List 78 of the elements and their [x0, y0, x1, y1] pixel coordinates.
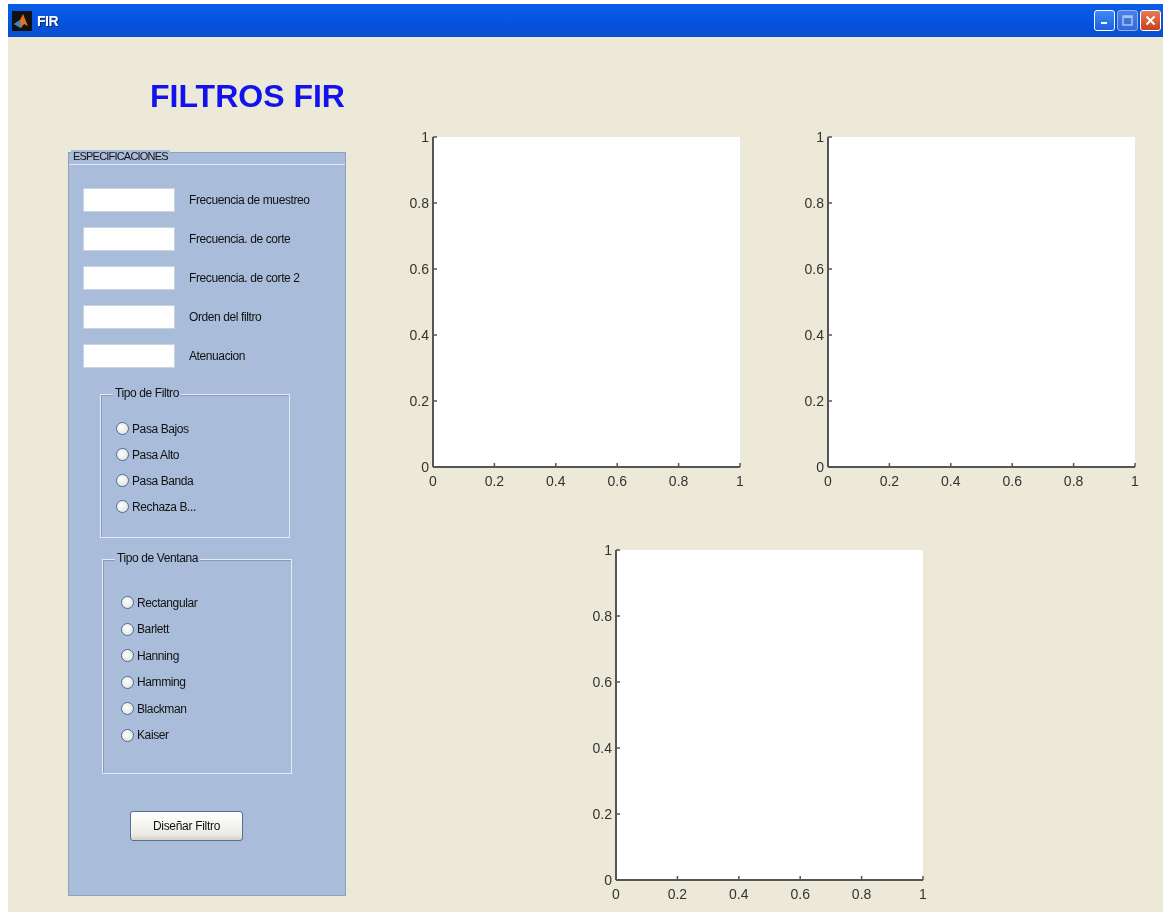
radio-option[interactable]: Blackman — [121, 699, 291, 718]
y-tick-label: 0.6 — [592, 674, 612, 690]
radio-option[interactable]: Pasa Alto — [116, 445, 289, 464]
y-tick-label: 0.4 — [592, 740, 612, 756]
radio-button[interactable] — [116, 500, 129, 513]
x-tick-label: 0.6 — [607, 473, 627, 489]
page-heading: FILTROS FIR — [150, 80, 346, 112]
radio-button[interactable] — [121, 675, 134, 689]
x-tick-label: 1 — [919, 886, 927, 902]
x-tick-label: 1 — [736, 473, 744, 489]
radio-button[interactable] — [121, 702, 134, 715]
x-tick-label: 0 — [824, 473, 832, 489]
field-label: Atenuacion — [189, 349, 246, 363]
input-field[interactable] — [83, 266, 175, 290]
x-tick-label: 0.4 — [941, 473, 961, 489]
radio-button[interactable] — [121, 622, 134, 636]
radio-option[interactable]: Rechaza B... — [116, 497, 289, 516]
maximize-button[interactable] — [1117, 10, 1138, 31]
radio-option[interactable]: Pasa Bajos — [116, 419, 289, 438]
field-label: Frecuencia. de corte — [189, 232, 291, 246]
y-tick-label: 0.8 — [804, 195, 824, 211]
radio-option[interactable]: Barlett — [121, 619, 291, 639]
input-field[interactable] — [83, 305, 175, 329]
design-filter-button[interactable]: Diseñar Filtro — [130, 811, 243, 841]
close-button[interactable] — [1140, 10, 1161, 31]
y-tick-label: 0 — [816, 459, 824, 475]
x-tick-label: 0.6 — [790, 886, 810, 902]
y-tick-label: 0.2 — [409, 393, 429, 409]
y-tick-label: 0.2 — [804, 393, 824, 409]
field-label: Frecuencia. de corte 2 — [189, 271, 300, 285]
x-tick-label: 0.8 — [668, 473, 689, 489]
radio-button[interactable] — [116, 448, 129, 461]
y-tick-label: 0.2 — [592, 806, 612, 822]
radio-button[interactable] — [116, 474, 129, 487]
maximize-icon — [1122, 15, 1133, 26]
radio-option[interactable]: Rectangular — [121, 593, 291, 612]
radio-button[interactable] — [116, 422, 129, 435]
y-tick-label: 0.8 — [592, 608, 612, 624]
y-tick-label: 0.8 — [409, 195, 429, 211]
radio-button[interactable] — [121, 649, 134, 662]
x-tick-label: 0.2 — [484, 473, 505, 489]
x-tick-label: 1 — [1131, 473, 1139, 489]
window-title: FIR — [37, 12, 59, 29]
radio-option[interactable]: Kaiser — [121, 725, 291, 745]
x-tick-label: 0.8 — [851, 886, 872, 902]
x-tick-label: 0.4 — [546, 473, 566, 489]
input-field[interactable] — [83, 188, 175, 212]
y-tick-label: 0.4 — [804, 327, 824, 343]
panel-title: ESPECIFICACIONES — [71, 150, 170, 162]
x-tick-label: 0.2 — [667, 886, 688, 902]
x-tick-label: 0.6 — [1002, 473, 1022, 489]
field-label: Orden del filtro — [189, 310, 262, 324]
radio-option[interactable]: Hanning — [121, 646, 291, 665]
x-tick-label: 0 — [612, 886, 620, 902]
y-tick-label: 0 — [604, 872, 612, 888]
app-icon — [12, 10, 32, 31]
y-tick-label: 1 — [816, 129, 824, 145]
group-title: Tipo de Filtro — [113, 386, 181, 400]
y-tick-label: 1 — [604, 542, 612, 558]
radio-button[interactable] — [121, 596, 134, 609]
x-tick-label: 0.2 — [879, 473, 900, 489]
x-tick-label: 0.4 — [729, 886, 749, 902]
y-tick-label: 0.6 — [804, 261, 824, 277]
x-tick-label: 0.8 — [1063, 473, 1084, 489]
input-field[interactable] — [83, 227, 175, 251]
radio-button[interactable] — [121, 728, 134, 742]
input-field[interactable] — [83, 344, 175, 368]
radio-option[interactable]: Pasa Banda — [116, 471, 289, 490]
close-icon — [1145, 15, 1156, 26]
y-tick-label: 0.4 — [409, 327, 429, 343]
group-title: Tipo de Ventana — [115, 551, 200, 565]
y-tick-label: 0 — [421, 459, 429, 475]
y-tick-label: 1 — [421, 129, 429, 145]
minimize-button[interactable] — [1094, 10, 1115, 31]
y-tick-label: 0.6 — [409, 261, 429, 277]
radio-option[interactable]: Hamming — [121, 672, 291, 692]
field-label: Frecuencia de muestreo — [189, 193, 310, 207]
x-tick-label: 0 — [429, 473, 437, 489]
